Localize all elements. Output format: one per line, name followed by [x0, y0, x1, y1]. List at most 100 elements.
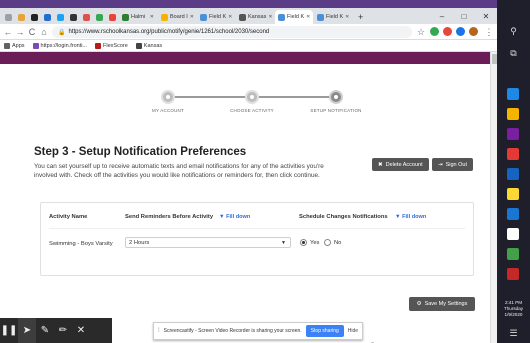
- fill-down-schedule-link[interactable]: ▼ Fill down: [395, 214, 426, 220]
- forward-button[interactable]: →: [14, 26, 26, 38]
- sharing-message: Screencastify - Screen Video Recorder is…: [163, 328, 302, 334]
- bookmark-label: Kansas: [143, 42, 163, 49]
- bookmark-favicon-icon: [95, 42, 102, 49]
- save-settings-button[interactable]: ⚙ Save My Settings: [409, 297, 475, 311]
- highlighter-icon[interactable]: ✏: [54, 318, 72, 343]
- pause-icon[interactable]: ❚❚: [0, 318, 18, 343]
- bookmark-item[interactable]: FlexScore: [95, 42, 128, 49]
- pinned-tab[interactable]: [80, 10, 92, 24]
- chevron-down-icon: ▼: [281, 240, 286, 246]
- browser-tab[interactable]: Board I ✕: [158, 10, 196, 24]
- chrome-icon: [5, 13, 12, 21]
- maximize-button[interactable]: □: [453, 8, 475, 24]
- stop-sharing-button[interactable]: Stop sharing: [305, 325, 344, 337]
- tab-title: Kansas: [248, 14, 267, 20]
- screen-app-icon[interactable]: [507, 128, 519, 140]
- tab-favicon-icon: [317, 13, 324, 21]
- gmail-icon: [109, 13, 116, 21]
- extension-blue-icon[interactable]: [456, 27, 465, 36]
- edge-app-icon[interactable]: [507, 208, 519, 220]
- bookmark-item[interactable]: Kansas: [135, 42, 163, 49]
- radio-yes[interactable]: Yes: [300, 239, 319, 246]
- pinned-tab[interactable]: [41, 10, 53, 24]
- drag-handle-icon[interactable]: ⁞: [158, 328, 160, 334]
- back-button[interactable]: ←: [2, 26, 14, 38]
- reminder-select[interactable]: 2 Hours ▼: [125, 237, 291, 248]
- store-app-icon[interactable]: [507, 88, 519, 100]
- tab-title: Field K: [209, 14, 227, 20]
- close-toolbar-icon[interactable]: ✕: [72, 318, 90, 343]
- chrome-menu-button[interactable]: ⋮: [483, 26, 495, 38]
- tab-favicon-icon: [200, 13, 207, 21]
- sticky-app-icon[interactable]: [507, 188, 519, 200]
- notifications-table: Activity Name Send Reminders Before Acti…: [40, 202, 474, 276]
- fill-down-reminders-link[interactable]: ▼ Fill down: [219, 214, 250, 220]
- tab-strip: Halmi ✕ Board I ✕ Field K ✕ Kansas ✕ Field K ✕ Fie…: [0, 8, 497, 24]
- step-circle: [329, 90, 343, 104]
- taskbar-clock[interactable]: 2:41 PM Thursday 1/9/2020: [497, 300, 530, 318]
- browser-tab[interactable]: Field K ✕: [197, 10, 235, 24]
- tab-close-icon[interactable]: ✕: [306, 14, 310, 20]
- url-text: https://www.rschoolkansas.org/public/not…: [68, 29, 270, 35]
- word-app-icon[interactable]: [507, 168, 519, 180]
- radio-no-circle[interactable]: [324, 239, 331, 246]
- pointer-icon[interactable]: ➤: [18, 318, 36, 343]
- tab-close-icon[interactable]: ✕: [345, 14, 349, 20]
- tab-close-icon[interactable]: ✕: [268, 14, 272, 20]
- pinned-tab[interactable]: [67, 10, 79, 24]
- address-bar[interactable]: 🔒 https://www.rschoolkansas.org/public/n…: [52, 26, 412, 38]
- home-button[interactable]: ⌂: [38, 26, 50, 38]
- pinned-tab[interactable]: [15, 10, 27, 24]
- browser-tab[interactable]: Field K ✕: [314, 10, 352, 24]
- browser-tab[interactable]: Field K ✕: [275, 10, 313, 24]
- tab-close-icon[interactable]: ✕: [150, 14, 154, 20]
- explorer-app-icon[interactable]: [507, 108, 519, 120]
- tab-close-icon[interactable]: ✕: [190, 14, 194, 20]
- pinned-tab[interactable]: [93, 10, 105, 24]
- close-window-button[interactable]: ✕: [475, 8, 497, 24]
- step-circle: [245, 90, 259, 104]
- reminder-select-value: 2 Hours: [129, 239, 150, 246]
- news-icon: [31, 13, 38, 21]
- sign-out-button[interactable]: ⇥ Sign Out: [432, 158, 474, 171]
- notifications-icon[interactable]: ☰: [497, 328, 530, 339]
- minimize-button[interactable]: –: [431, 8, 453, 24]
- pinned-tab[interactable]: [54, 10, 66, 24]
- tab-favicon-icon: [278, 13, 285, 21]
- progress-step: SETUP NOTIFICATION: [296, 90, 376, 113]
- task-view-icon[interactable]: ⧉: [497, 48, 530, 59]
- pen-icon[interactable]: ✎: [36, 318, 54, 343]
- acrobat-app-icon[interactable]: [507, 268, 519, 280]
- profile-avatar-icon[interactable]: [469, 27, 478, 36]
- bookmark-item[interactable]: Apps: [4, 42, 25, 49]
- extension-green-icon[interactable]: [430, 27, 439, 36]
- search-icon[interactable]: ⚲: [497, 26, 530, 37]
- progress-step: MY ACCOUNT: [128, 90, 208, 113]
- radio-yes-circle[interactable]: [300, 239, 307, 246]
- browser-tab[interactable]: Kansas ✕: [236, 10, 274, 24]
- lock-icon: 🔒: [58, 29, 66, 36]
- photos-app-icon[interactable]: [507, 248, 519, 260]
- bookmark-label: Apps: [12, 42, 25, 49]
- step-dot: [166, 95, 170, 99]
- extension-red-icon[interactable]: [443, 27, 452, 36]
- reload-button[interactable]: C: [26, 26, 38, 38]
- tab-title: Board I: [170, 14, 188, 20]
- hide-notice-button[interactable]: Hide: [348, 328, 358, 334]
- browser-tab[interactable]: Halmi ✕: [119, 10, 157, 24]
- row-divider: [49, 228, 465, 229]
- tab-close-icon[interactable]: ✕: [228, 14, 232, 20]
- sign-out-icon: ⇥: [438, 161, 443, 168]
- bookmark-star-button[interactable]: ☆: [415, 26, 427, 38]
- page-scrollbar[interactable]: [490, 52, 497, 343]
- new-tab-button[interactable]: +: [355, 10, 367, 24]
- delete-account-button[interactable]: ✖ Delete Account: [372, 158, 429, 171]
- chrome-app-icon[interactable]: [507, 148, 519, 160]
- radio-no[interactable]: No: [324, 239, 341, 246]
- pinned-tab[interactable]: [28, 10, 40, 24]
- pinned-tab[interactable]: [2, 10, 14, 24]
- bookmark-item[interactable]: https://login.fronti...: [32, 42, 87, 49]
- pinned-tab[interactable]: [106, 10, 118, 24]
- clock-app-icon[interactable]: [507, 228, 519, 240]
- radio-no-label: No: [334, 239, 342, 246]
